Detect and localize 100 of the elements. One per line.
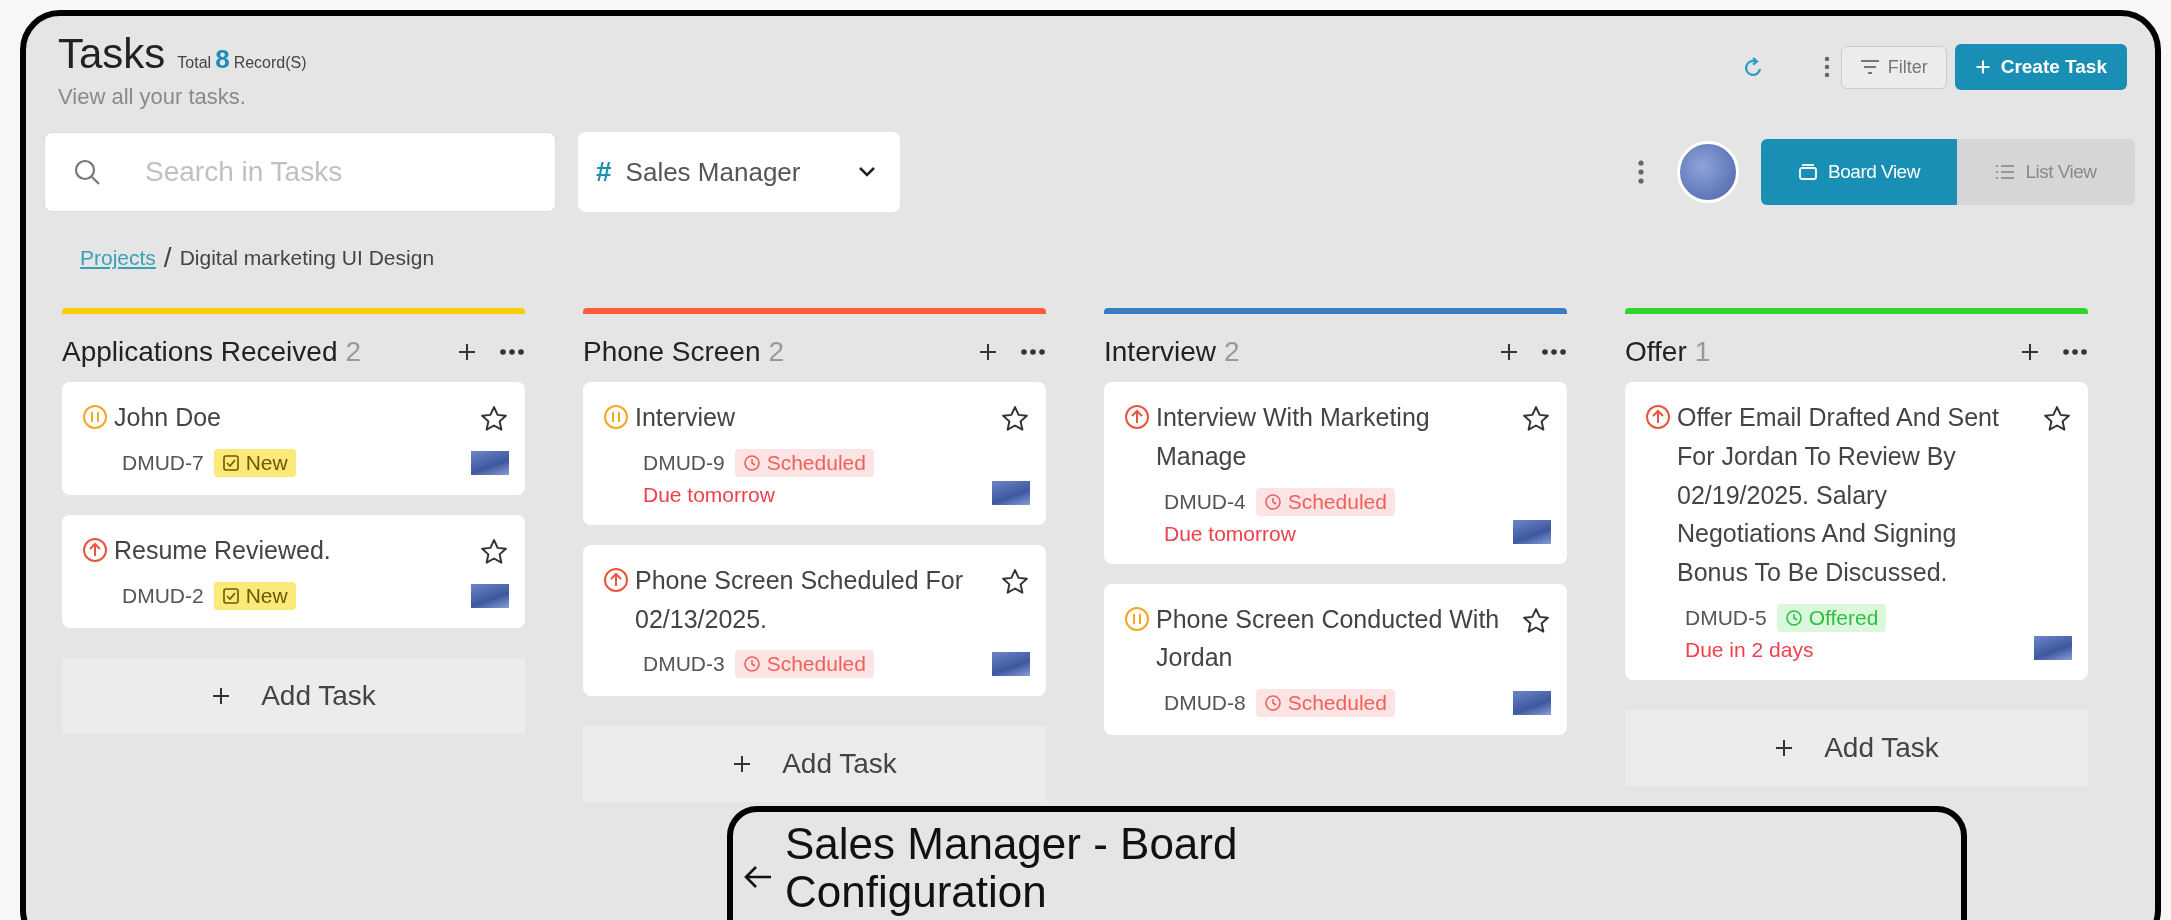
column-title: Offer xyxy=(1625,336,1687,368)
add-task-button[interactable]: Add Task xyxy=(1625,709,2088,786)
hash-symbol: # xyxy=(596,156,612,188)
add-icon xyxy=(2020,342,2040,362)
plus-icon xyxy=(732,754,753,775)
column-count: 2 xyxy=(1224,336,1240,368)
star-icon[interactable] xyxy=(1000,404,1030,434)
more-vertical-icon[interactable] xyxy=(1822,56,1831,78)
page-title: Tasks xyxy=(58,30,166,78)
status-label: New xyxy=(245,450,288,475)
column-title: Interview xyxy=(1104,336,1217,368)
arrow-up-circle-icon xyxy=(82,536,108,563)
add-icon xyxy=(457,342,477,362)
total-label: Total xyxy=(177,54,212,72)
star-icon[interactable] xyxy=(479,404,509,434)
add-icon xyxy=(1499,342,1519,362)
clock-icon xyxy=(1784,608,1803,627)
create-task-button[interactable]: Create Task xyxy=(1954,44,2127,90)
due-date: Due in 2 days xyxy=(1685,637,1815,662)
search-icon xyxy=(72,157,102,187)
task-title: Phone Screen Conducted With Jordan xyxy=(1156,603,1501,674)
status-label: Scheduled xyxy=(766,652,866,677)
image-thumbnail xyxy=(471,583,509,608)
plus-icon xyxy=(1774,737,1795,758)
plus-icon xyxy=(1974,59,1991,75)
view-tab[interactable]: Board View xyxy=(1761,139,1957,205)
breadcrumb-current: Digital marketing UI Design xyxy=(179,246,435,270)
star-icon[interactable] xyxy=(1521,605,1551,636)
task-title: Resume Reviewed. xyxy=(114,534,332,566)
chevron-down-icon xyxy=(858,166,876,178)
image-thumbnail xyxy=(471,450,509,475)
task-id: DMUD-5 xyxy=(1685,605,1767,630)
task-card[interactable]: Phone Screen Scheduled For 02/13/2025. DMUD-3 Scheduled xyxy=(583,544,1046,697)
record-count: 8 xyxy=(215,44,230,75)
task-id: DMUD-4 xyxy=(1164,489,1246,514)
role-dropdown[interactable]: # Sales Manager xyxy=(578,132,900,212)
image-thumbnail xyxy=(2034,635,2072,660)
dialog-title: Sales Manager - Board Configuration xyxy=(785,820,1239,917)
image-thumbnail xyxy=(1513,691,1551,715)
image-thumbnail xyxy=(992,480,1030,505)
status-label: New xyxy=(245,583,288,608)
page-subtitle: View all your tasks. xyxy=(58,84,247,110)
task-title: Phone Screen Scheduled For 02/13/2025. xyxy=(635,564,964,635)
task-title: Interview With Marketing Manage xyxy=(1156,402,1431,472)
more-horizontal-icon[interactable] xyxy=(2062,348,2088,356)
list-icon xyxy=(1995,164,2016,180)
task-id: DMUD-9 xyxy=(643,450,725,475)
column-title: Applications Received xyxy=(62,336,338,368)
search-field[interactable]: Search in Tasks xyxy=(44,132,556,212)
star-icon[interactable] xyxy=(1521,404,1551,434)
add-task-button[interactable]: Add Task xyxy=(583,726,1046,803)
task-title: Offer Email Drafted And Sent For Jordan To Review By 02/19/2025. Salary Negotiations And Signing Bonus To Be Discussed. xyxy=(1677,402,2000,588)
arrow-up-circle-icon xyxy=(1645,404,1671,430)
task-id: DMUD-3 xyxy=(643,652,725,677)
task-id: DMUD-7 xyxy=(122,450,204,475)
clock-icon xyxy=(1263,694,1282,712)
column-count: 2 xyxy=(768,336,785,368)
task-title: John Doe xyxy=(114,402,223,433)
board-icon xyxy=(1798,163,1819,181)
task-card[interactable]: Resume Reviewed. DMUD-2 New xyxy=(62,514,525,628)
task-card[interactable]: John Doe DMUD-7 New xyxy=(62,382,525,495)
star-icon[interactable] xyxy=(2042,404,2072,434)
status-label: Scheduled xyxy=(1287,489,1387,514)
back-arrow-icon[interactable] xyxy=(743,864,773,890)
clock-icon xyxy=(742,655,761,674)
star-icon[interactable] xyxy=(479,536,509,567)
column-title: Phone Screen xyxy=(583,336,761,368)
more-vertical-icon[interactable] xyxy=(1637,160,1645,184)
column-count: 2 xyxy=(345,336,362,368)
task-id: DMUD-2 xyxy=(122,583,204,608)
more-horizontal-icon[interactable] xyxy=(499,348,525,356)
checkbox-icon xyxy=(221,453,240,472)
image-thumbnail xyxy=(992,652,1030,677)
task-card[interactable]: Interview With Marketing Manage DMUD-4 Scheduled Due tomorrow xyxy=(1104,382,1567,564)
task-card[interactable]: Offer Email Drafted And Sent For Jordan To Review By 02/19/2025. Salary Negotiations And Signing Bonus To Be Discussed. DMUD-5 Offered Due in 2 days xyxy=(1625,382,2088,680)
dropdown-value: Sales Manager xyxy=(625,156,802,188)
add-task-button[interactable]: Add Task xyxy=(62,657,525,734)
task-card[interactable]: Phone Screen Conducted With Jordan DMUD-8 Scheduled xyxy=(1104,583,1567,735)
more-horizontal-icon[interactable] xyxy=(1541,348,1567,356)
checkbox-icon xyxy=(221,586,240,605)
pause-circle-icon xyxy=(1124,605,1150,632)
column-count: 1 xyxy=(1694,336,1711,368)
task-card[interactable]: Interview DMUD-9 Scheduled Due tomorrow xyxy=(583,382,1046,525)
clock-icon xyxy=(742,453,761,472)
add-icon xyxy=(978,342,998,362)
task-id: DMUD-8 xyxy=(1164,691,1246,715)
filter-button[interactable]: Filter xyxy=(1840,45,1947,89)
status-label: Scheduled xyxy=(766,450,866,475)
image-thumbnail xyxy=(1513,519,1551,544)
more-horizontal-icon[interactable] xyxy=(1020,348,1046,356)
clock-icon xyxy=(1263,492,1282,511)
due-date: Due tomorrow xyxy=(1164,521,1297,546)
status-label: Scheduled xyxy=(1287,691,1387,715)
pause-circle-icon xyxy=(82,404,108,430)
status-label: Offered xyxy=(1808,605,1879,630)
breadcrumb-separator: / xyxy=(163,242,172,274)
task-title: Interview xyxy=(635,402,737,433)
records-label: Record(S) xyxy=(233,54,307,72)
star-icon[interactable] xyxy=(1000,566,1030,597)
plus-icon xyxy=(211,685,232,706)
